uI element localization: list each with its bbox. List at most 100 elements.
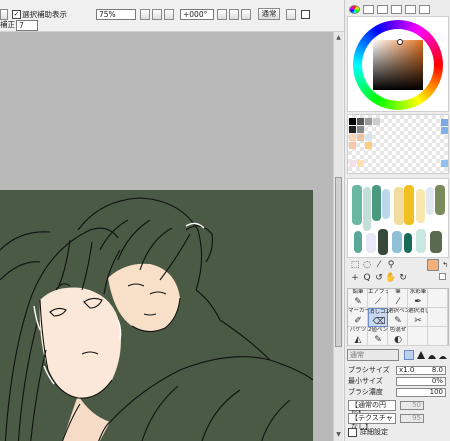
hue-cursor[interactable] — [397, 39, 403, 45]
saturation-value-square[interactable] — [373, 40, 423, 90]
rotate-reset-button[interactable] — [241, 9, 251, 20]
scratch-color-blob[interactable] — [352, 185, 362, 225]
scratchpad-toggle-icon[interactable] — [419, 5, 430, 14]
brush-tool-3[interactable]: 水彩筆 ✒ — [408, 289, 428, 308]
rotation-select[interactable]: +000° — [180, 9, 214, 20]
lasso-select-tool[interactable]: ◌ — [361, 259, 373, 271]
brush-tool-0[interactable]: 鉛筆 ✎ — [348, 289, 368, 308]
detail-settings-checkbox[interactable] — [348, 428, 357, 437]
swatch[interactable] — [365, 142, 372, 149]
swatch[interactable] — [357, 160, 364, 167]
shape-flat-icon[interactable] — [438, 350, 448, 360]
canvas-artwork[interactable] — [0, 190, 313, 441]
eyedropper-tool[interactable]: ⚲ — [385, 259, 397, 271]
scratch-color-blob[interactable] — [404, 233, 412, 253]
min-size-slider[interactable]: 0% — [396, 377, 446, 386]
brush-shape-strength[interactable]: 50 — [400, 401, 424, 410]
color-wheel-toggle-icon[interactable] — [349, 5, 360, 14]
scratch-color-blob[interactable] — [354, 231, 362, 253]
scratch-color-blob[interactable] — [378, 229, 388, 255]
scratch-color-blob[interactable] — [426, 187, 434, 215]
stabilizer-checkbox[interactable] — [301, 10, 310, 19]
color-swatches[interactable] — [347, 114, 449, 174]
scrollbar-thumb[interactable] — [335, 177, 342, 347]
brush-tool-1[interactable]: エアブラシ ⟋ — [368, 289, 388, 308]
swatch[interactable] — [349, 160, 356, 167]
hand-tool[interactable]: ✋ — [385, 272, 397, 284]
canvas-workspace[interactable] — [0, 32, 333, 441]
texture-strength[interactable]: 95 — [400, 414, 424, 423]
brush-size-row[interactable]: ブラシサイズ x1.0 8.0 — [348, 365, 448, 376]
primary-color[interactable] — [427, 259, 439, 271]
rotate-right-tool[interactable]: ↻ — [397, 272, 409, 284]
scratch-color-blob[interactable] — [372, 185, 381, 221]
zoom-select[interactable]: 75% — [96, 9, 136, 20]
swatch[interactable] — [349, 142, 356, 149]
brush-mode-select[interactable]: 通常 — [347, 349, 399, 361]
min-size-row[interactable]: 最小サイズ 0% — [348, 376, 448, 387]
swatch[interactable] — [349, 134, 356, 141]
rotate-left-button[interactable] — [217, 9, 227, 20]
magic-wand-tool[interactable]: ⁄ — [373, 259, 385, 271]
rotate-right-button[interactable] — [229, 9, 239, 20]
scratch-color-blob[interactable] — [404, 185, 414, 225]
brush-tool-empty[interactable] — [428, 289, 448, 308]
texture-row[interactable]: 【テクスチャなし】 95 — [348, 413, 448, 431]
shape-triangle-icon[interactable] — [416, 350, 426, 360]
swatch[interactable] — [373, 118, 380, 125]
scratch-color-blob[interactable] — [363, 187, 371, 231]
scratch-color-blob[interactable] — [435, 185, 445, 215]
scratch-color-blob[interactable] — [366, 233, 376, 253]
scroll-up-arrow[interactable]: ▲ — [335, 34, 342, 42]
canvas-vertical-scrollbar[interactable]: ▲ ▼ — [333, 32, 343, 441]
scratch-color-blob[interactable] — [382, 189, 390, 219]
zoom-reset-button[interactable] — [164, 9, 174, 20]
swatch[interactable] — [441, 119, 448, 126]
brush-tool-5[interactable]: マーカー ✐ — [348, 308, 368, 327]
swatch[interactable] — [357, 126, 364, 133]
show-selection-checkbox[interactable]: ✓ — [12, 10, 21, 19]
brush-tool-8[interactable]: 選択消し ✂ — [408, 308, 428, 327]
swatch[interactable] — [349, 126, 356, 133]
scratch-color-blob[interactable] — [392, 231, 402, 253]
hsv-slider-toggle-icon[interactable] — [377, 5, 388, 14]
swatch[interactable] — [441, 160, 448, 167]
brush-shape-row[interactable]: 【通常の円形】 50 — [348, 400, 448, 418]
zoom-tool[interactable]: Q — [361, 272, 373, 284]
scratch-color-blob[interactable] — [416, 229, 426, 253]
brush-tool-7[interactable]: 選択ペン ✎ — [388, 308, 408, 327]
brush-tool-12[interactable]: 色混ぜ ◐ — [388, 327, 408, 346]
scratchpad[interactable] — [347, 178, 449, 258]
brush-tool-2[interactable]: 筆 ⁄ — [388, 289, 408, 308]
scratch-color-blob[interactable] — [394, 187, 404, 225]
correction-select[interactable]: 7 — [16, 20, 38, 31]
rgb-slider-toggle-icon[interactable] — [363, 5, 374, 14]
brush-shape-select[interactable]: 【通常の円形】 — [348, 400, 396, 418]
rotate-tool[interactable]: ↺ — [373, 272, 385, 284]
swatches-toggle-icon[interactable] — [405, 5, 416, 14]
swatch[interactable] — [365, 134, 372, 141]
brush-tool-6[interactable]: 消しゴム ⌫ — [368, 308, 389, 327]
detail-settings-row[interactable]: 詳細設定 — [348, 427, 448, 438]
swatch[interactable] — [441, 127, 448, 134]
color-wheel[interactable] — [347, 16, 449, 112]
shape-dome-icon[interactable] — [427, 350, 437, 360]
brush-tool-11[interactable]: 2値ペン ✎ — [368, 327, 388, 346]
zoom-out-button[interactable] — [140, 9, 150, 20]
brush-tool-empty[interactable] — [428, 308, 448, 327]
scratch-color-blob[interactable] — [416, 189, 425, 223]
secondary-color[interactable] — [439, 273, 446, 280]
brush-tool-empty[interactable] — [408, 327, 428, 346]
move-tool[interactable]: + — [349, 272, 361, 284]
texture-select[interactable]: 【テクスチャなし】 — [348, 413, 396, 431]
blend-mode-button[interactable]: 通常 — [258, 8, 280, 20]
swatch[interactable] — [349, 118, 356, 125]
scroll-down-arrow[interactable]: ▼ — [335, 431, 342, 439]
density-slider[interactable]: 100 — [396, 388, 446, 397]
brush-tool-10[interactable]: バケツ ◭ — [348, 327, 368, 346]
brush-tool-empty[interactable] — [428, 327, 448, 346]
scratch-color-blob[interactable] — [430, 231, 442, 253]
swatch[interactable] — [365, 118, 372, 125]
flip-button[interactable] — [286, 9, 296, 20]
swatch[interactable] — [357, 118, 364, 125]
